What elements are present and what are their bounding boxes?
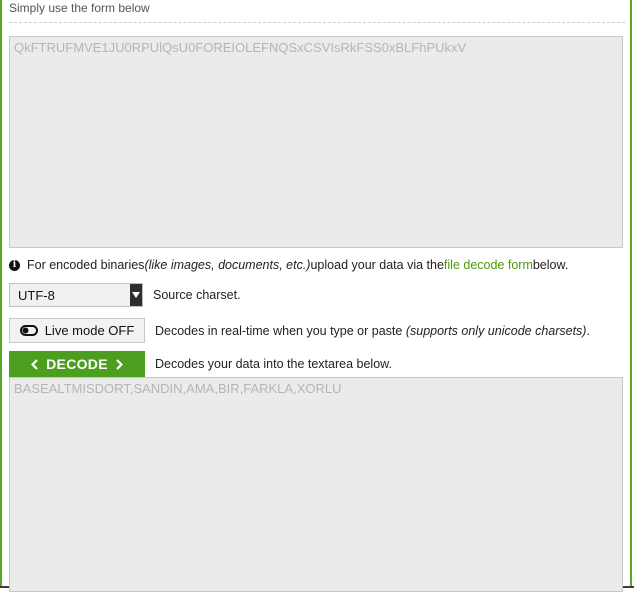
charset-select[interactable]: UTF-8 [9, 283, 143, 307]
decoded-output-textarea[interactable]: BASEALTMISDORT,SANDIN,AMA,BIR,FARKLA,XOR… [9, 377, 623, 592]
caret-down-icon [130, 284, 142, 306]
chevron-left-icon [31, 358, 38, 370]
note-middle: upload your data via the [310, 258, 444, 272]
page-frame-left [0, 0, 2, 588]
live-mode-label: Live mode OFF [44, 323, 135, 338]
encoded-input-textarea[interactable]: QkFTRUFMVE1JU0RPUlQsU0FOREIOLEFNQSxCSVIs… [9, 36, 623, 248]
decode-button-label: DECODE [46, 356, 108, 372]
live-mode-description-text: Decodes in real-time when you type or pa… [155, 323, 406, 338]
binary-upload-note: i For encoded binaries (like images, doc… [9, 258, 568, 272]
charset-row: UTF-8 Source charset. [9, 283, 241, 307]
live-mode-description-end: . [586, 323, 590, 338]
charset-label: Source charset. [153, 288, 241, 302]
note-suffix: below. [532, 258, 569, 272]
live-mode-description: Decodes in real-time when you type or pa… [155, 324, 590, 338]
note-italic: (like images, documents, etc.) [144, 258, 311, 272]
live-mode-row: Live mode OFF Decodes in real-time when … [9, 318, 590, 343]
file-decode-form-link[interactable]: file decode form [444, 258, 533, 272]
toggle-off-icon [19, 325, 38, 336]
live-mode-description-italic: (supports only unicode charsets) [405, 323, 587, 338]
decode-button[interactable]: DECODE [9, 351, 145, 377]
intro-text: Simply use the form below [9, 1, 150, 15]
note-prefix: For encoded binaries [27, 258, 145, 272]
info-circle-icon: i [9, 259, 20, 271]
decode-row: DECODE Decodes your data into the textar… [9, 351, 392, 377]
charset-select-value: UTF-8 [18, 287, 55, 303]
divider [9, 22, 625, 23]
live-mode-toggle-button[interactable]: Live mode OFF [9, 318, 145, 343]
page-frame-right [630, 0, 632, 588]
chevron-right-icon [116, 358, 123, 370]
decode-description: Decodes your data into the textarea belo… [155, 357, 392, 371]
